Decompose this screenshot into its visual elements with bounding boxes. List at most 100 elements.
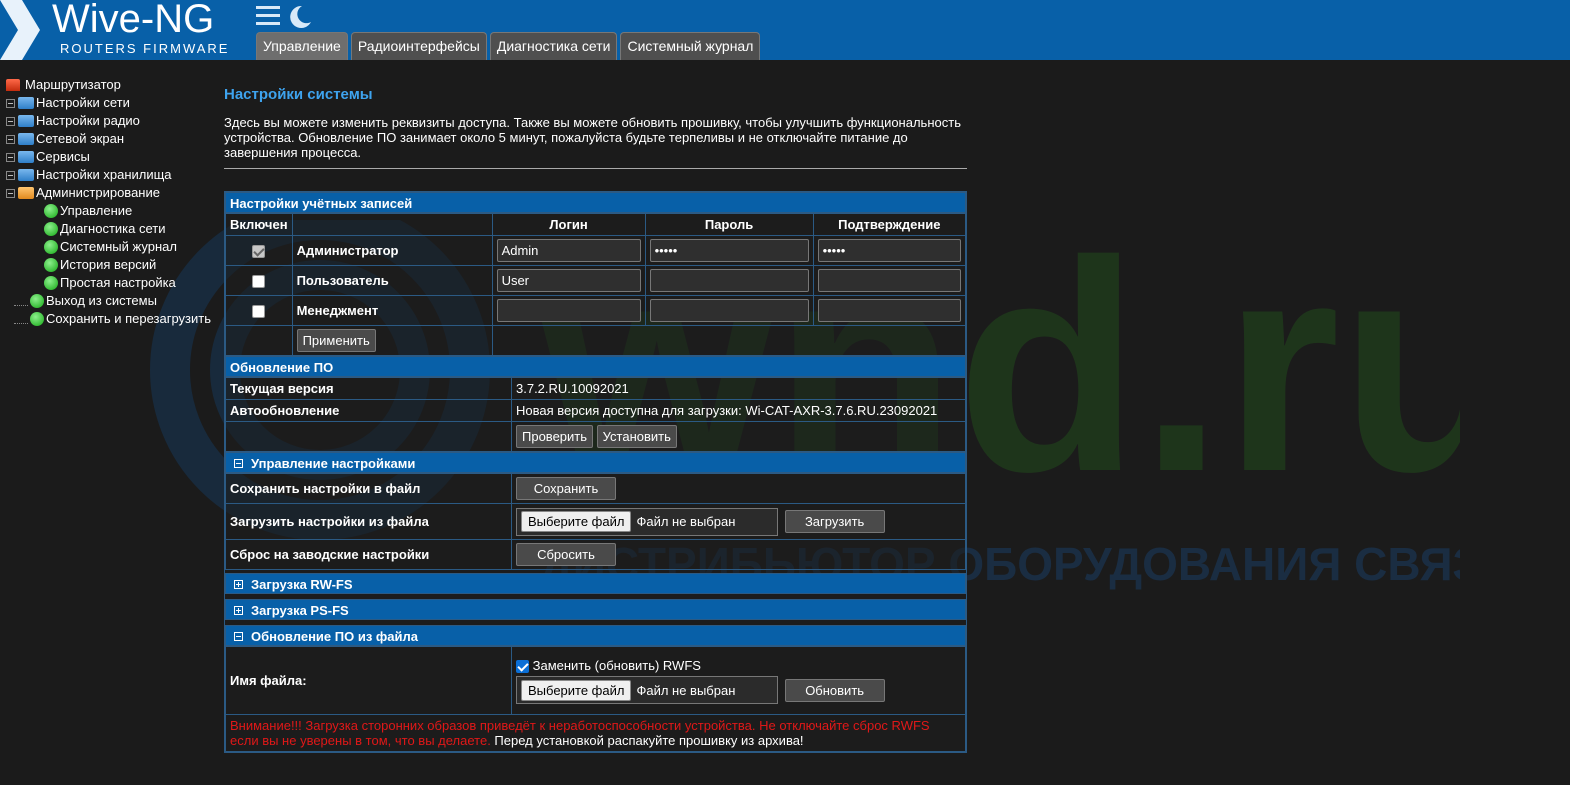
psfs-header[interactable]: Загрузка PS-FS xyxy=(225,599,966,620)
collapse-icon[interactable] xyxy=(234,459,243,468)
tree-item-admin-diagnostics[interactable]: Диагностика сети xyxy=(6,220,221,238)
load-button[interactable]: Загрузить xyxy=(784,510,885,533)
replace-rwfs-checkbox[interactable] xyxy=(516,660,529,674)
tree-item-admin-easy-setup[interactable]: Простая настройка xyxy=(6,274,221,292)
page-title: Настройки системы xyxy=(224,86,373,103)
settings-mgmt-title: Управление настройками xyxy=(251,456,416,471)
expand-icon[interactable] xyxy=(6,116,15,126)
tree-item-admin[interactable]: Администрирование xyxy=(6,184,221,202)
tab-radio[interactable]: Радиоинтерфейсы xyxy=(350,32,487,60)
tree-item-logout[interactable]: Выход из системы xyxy=(6,292,221,310)
logo-mark-icon xyxy=(0,0,40,60)
tree-item-network[interactable]: Настройки сети xyxy=(6,94,221,112)
expand-icon[interactable] xyxy=(6,98,15,108)
choose-file-button[interactable]: Выберите файл xyxy=(521,679,632,701)
settings-file-input[interactable]: Выберите файл Файл не выбран xyxy=(516,507,778,536)
tree-item-label: Сетевой экран xyxy=(36,131,125,146)
tree-connector xyxy=(14,297,28,306)
tree-item-admin-management[interactable]: Управление xyxy=(6,202,221,220)
file-name-label: Имя файла: xyxy=(225,646,512,715)
leaf-icon xyxy=(44,276,58,290)
tab-syslog[interactable]: Системный журнал xyxy=(620,32,761,60)
open-folder-icon xyxy=(18,187,34,199)
firmware-table: Текущая версия 3.7.2.RU.10092021 Автообн… xyxy=(225,377,966,452)
admin-password-input[interactable]: ••••• xyxy=(649,239,809,262)
admin-confirm-input[interactable]: ••••• xyxy=(817,239,961,262)
empty-cell xyxy=(225,421,512,452)
expand-icon[interactable] xyxy=(234,606,243,615)
apply-button[interactable]: Применить xyxy=(296,329,376,352)
tree-item-firewall[interactable]: Сетевой экран xyxy=(6,130,221,148)
col-confirm: Подтверждение xyxy=(812,213,967,236)
no-file-label: Файл не выбран xyxy=(636,682,736,698)
expand-icon[interactable] xyxy=(6,170,15,180)
user-password-input[interactable] xyxy=(649,269,809,292)
expand-icon[interactable] xyxy=(6,134,15,144)
leaf-icon xyxy=(44,240,58,254)
main-content: Настройки системы Здесь вы можете измени… xyxy=(224,80,967,753)
tree-item-label: Выход из системы xyxy=(46,293,157,308)
save-settings-label: Сохранить настройки в файл xyxy=(225,473,512,504)
manager-confirm-input[interactable] xyxy=(817,299,961,322)
install-button[interactable]: Установить xyxy=(596,425,677,448)
tree-item-admin-syslog[interactable]: Системный журнал xyxy=(6,238,221,256)
tree-item-label: Управление xyxy=(60,203,133,218)
collapse-icon[interactable] xyxy=(6,188,15,198)
user-enabled-checkbox[interactable] xyxy=(252,275,266,289)
tree-item-radio[interactable]: Настройки радио xyxy=(6,112,221,130)
manager-enabled-checkbox[interactable] xyxy=(252,305,266,319)
admin-login-input[interactable]: Admin xyxy=(496,239,641,262)
tree-root[interactable]: Маршрутизатор xyxy=(6,76,221,94)
user-login-input[interactable]: User xyxy=(496,269,641,292)
folder-icon xyxy=(18,133,34,145)
fw-file-header[interactable]: Обновление ПО из файла xyxy=(225,625,966,646)
choose-file-button[interactable]: Выберите файл xyxy=(521,511,632,532)
collapse-icon[interactable] xyxy=(234,632,243,641)
enabled-cell xyxy=(225,265,293,296)
folder-icon xyxy=(18,115,34,127)
tree-item-save-reboot[interactable]: Сохранить и перезагрузить xyxy=(6,310,221,328)
tree-item-label: Настройки хранилища xyxy=(36,167,172,182)
tree-connector xyxy=(14,315,28,324)
update-button[interactable]: Обновить xyxy=(784,678,885,702)
table-row: Администратор Admin ••••• ••••• xyxy=(225,235,967,266)
rwfs-title: Загрузка RW-FS xyxy=(251,577,353,592)
tree-item-services[interactable]: Сервисы xyxy=(6,148,221,166)
manager-login-input[interactable] xyxy=(496,299,641,322)
empty-cell xyxy=(225,325,293,356)
firmware-file-input[interactable]: Выберите файл Файл не выбран xyxy=(516,676,778,704)
fw-file-table: Имя файла: Заменить (обновить) RWFS Выбе… xyxy=(225,646,966,752)
reset-label: Сброс на заводские настройки xyxy=(225,539,512,570)
hamburger-icon[interactable] xyxy=(256,5,282,27)
expand-icon[interactable] xyxy=(6,152,15,162)
top-header: Wive-NG ROUTERS FIRMWARE Управление Ради… xyxy=(0,0,1570,60)
tree-item-admin-history[interactable]: История версий xyxy=(6,256,221,274)
folder-icon xyxy=(18,169,34,181)
tab-management[interactable]: Управление xyxy=(256,32,348,60)
tree-item-label: Сервисы xyxy=(36,149,90,164)
user-confirm-input[interactable] xyxy=(817,269,961,292)
fw-file-title: Обновление ПО из файла xyxy=(251,629,418,644)
enabled-cell xyxy=(225,235,293,266)
save-button[interactable]: Сохранить xyxy=(516,477,616,500)
tree-item-label: История версий xyxy=(60,257,157,272)
moon-icon[interactable] xyxy=(287,4,313,30)
router-icon xyxy=(6,79,20,91)
save-settings-cell: Сохранить xyxy=(511,473,966,504)
expand-icon[interactable] xyxy=(234,580,243,589)
account-name: Менеджмент xyxy=(291,295,493,326)
load-settings-label: Загрузить настройки из файла xyxy=(225,503,512,540)
leaf-icon xyxy=(44,258,58,272)
manager-password-input[interactable] xyxy=(649,299,809,322)
admin-enabled-checkbox[interactable] xyxy=(252,245,266,259)
reset-button[interactable]: Сбросить xyxy=(516,543,616,566)
divider xyxy=(224,168,967,169)
settings-mgmt-header[interactable]: Управление настройками xyxy=(225,452,966,473)
firmware-actions: Проверить Установить xyxy=(511,421,966,452)
check-button[interactable]: Проверить xyxy=(516,425,594,448)
page-description: Здесь вы можете изменить реквизиты досту… xyxy=(224,115,961,160)
col-name xyxy=(291,213,493,236)
tree-item-storage[interactable]: Настройки хранилища xyxy=(6,166,221,184)
rwfs-header[interactable]: Загрузка RW-FS xyxy=(225,573,966,594)
tab-diagnostics[interactable]: Диагностика сети xyxy=(489,32,618,60)
